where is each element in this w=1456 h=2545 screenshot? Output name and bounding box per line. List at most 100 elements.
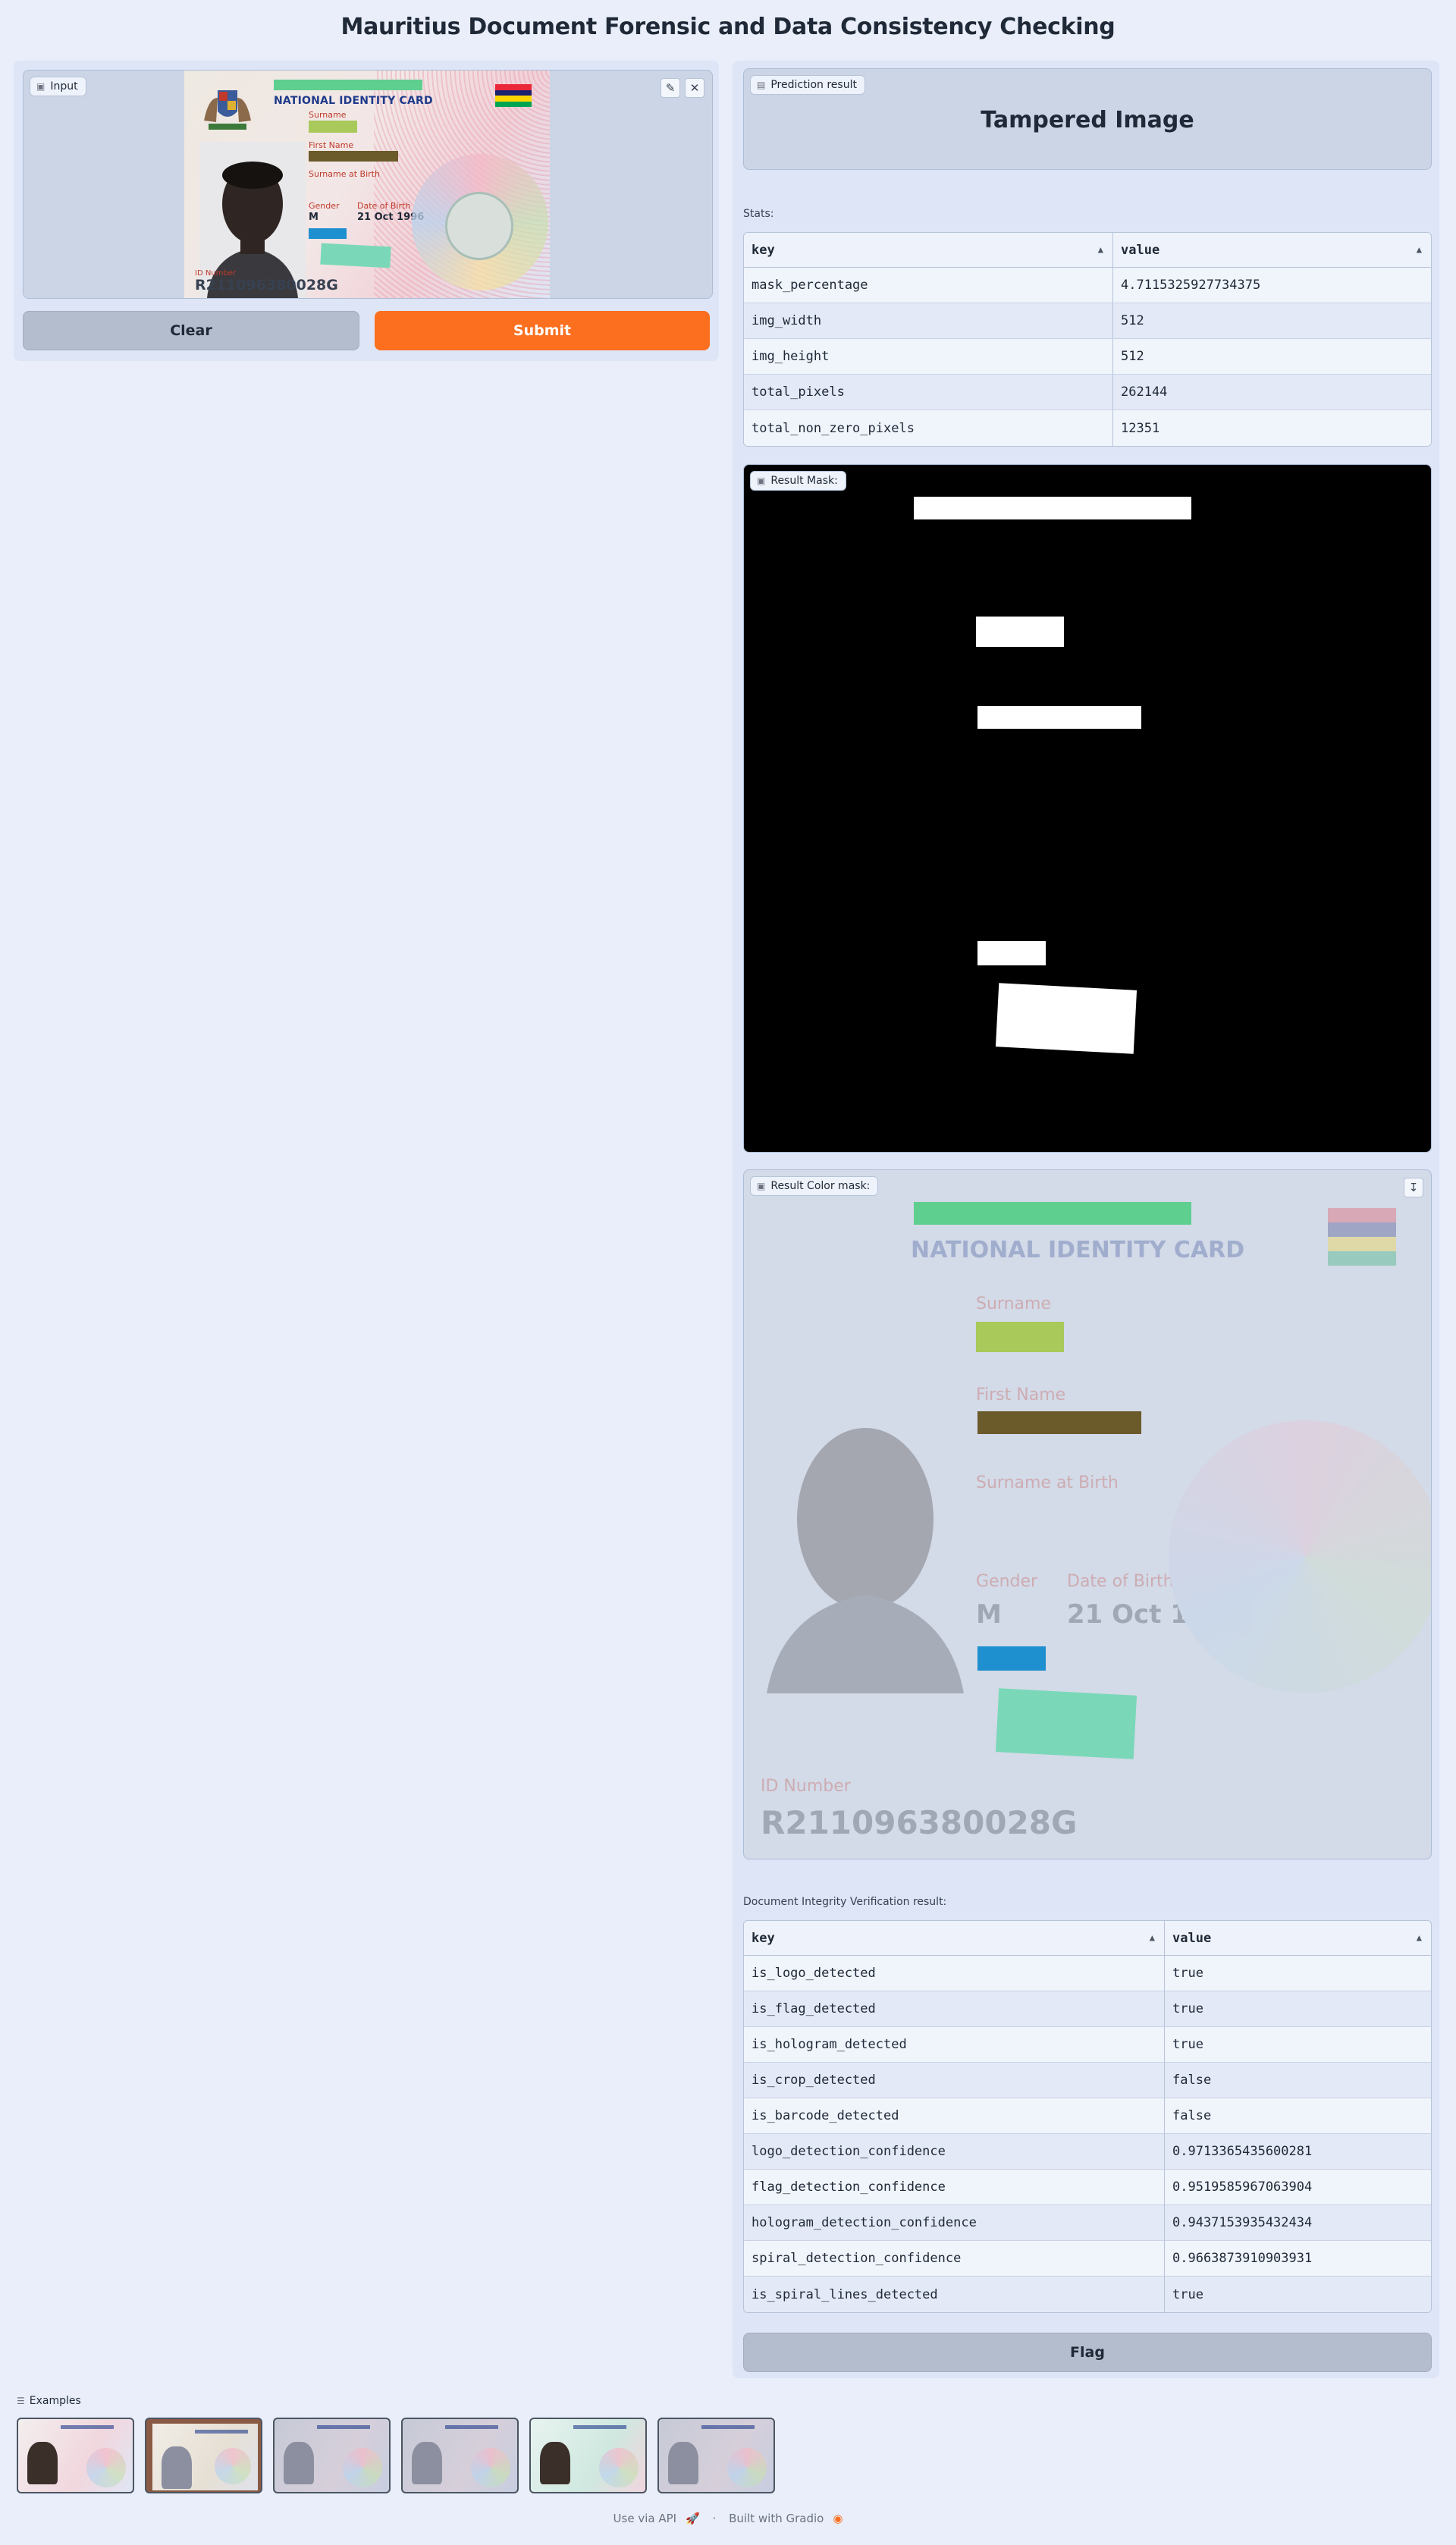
faded-dob-label: Date of Birth (1067, 1572, 1174, 1591)
prediction-label-text: Prediction result (770, 79, 857, 91)
table-cell[interactable]: total_pixels (744, 375, 1112, 410)
example-thumbnail[interactable] (401, 2418, 519, 2493)
integrity-header-key[interactable]: key ▲ (744, 1921, 1164, 1956)
thumb-hologram (599, 2448, 639, 2487)
color-mask-region-blue (977, 1646, 1046, 1671)
example-thumbnail[interactable] (529, 2418, 647, 2493)
table-cell[interactable]: 512 (1112, 303, 1431, 339)
table-cell[interactable]: 0.9663873910903931 (1164, 2241, 1431, 2277)
flag-button[interactable]: Flag (743, 2333, 1432, 2372)
gradio-logo-icon: ◉ (833, 2512, 843, 2525)
table-cell[interactable]: logo_detection_confidence (744, 2134, 1164, 2170)
table-cell[interactable]: total_non_zero_pixels (744, 410, 1112, 446)
table-cell[interactable]: is_barcode_detected (744, 2098, 1164, 2134)
integrity-header-value[interactable]: value ▲ (1164, 1921, 1431, 1956)
input-label-text: Input (50, 80, 78, 93)
input-panel: ▣ Input ✎ ✕ NATIONAL IDENTITY CARD Surna… (14, 61, 719, 361)
mask-region (977, 706, 1141, 729)
example-thumbnail[interactable] (145, 2418, 262, 2493)
table-cell[interactable]: true (1164, 2027, 1431, 2063)
table-cell[interactable]: 12351 (1112, 410, 1431, 446)
example-thumbnail[interactable] (17, 2418, 134, 2493)
faded-portrait (767, 1428, 964, 1693)
input-image-block[interactable]: ▣ Input ✎ ✕ NATIONAL IDENTITY CARD Surna… (23, 70, 713, 299)
example-thumbnail[interactable] (273, 2418, 391, 2493)
surname-label: Surname (309, 110, 347, 120)
table-row: is_logo_detected true (744, 1956, 1431, 1991)
thumb-title-bar (195, 2430, 248, 2434)
pencil-icon[interactable]: ✎ (661, 78, 680, 98)
table-row: is_flag_detected true (744, 1991, 1431, 2027)
table-cell[interactable]: 0.9713365435600281 (1164, 2134, 1431, 2170)
table-row: spiral_detection_confidence 0.96638739109… (744, 2241, 1431, 2277)
integrity-header-value-text: value (1172, 1930, 1212, 1946)
image-icon: ▣ (36, 81, 46, 92)
table-row: flag_detection_confidence 0.9519585967063… (744, 2170, 1431, 2205)
footer: Use via API 🚀 · Built with Gradio ◉ (0, 2512, 1456, 2525)
table-row: total_non_zero_pixels 12351 (744, 410, 1431, 446)
thumb-hologram (215, 2448, 251, 2484)
faded-surname-birth-label: Surname at Birth (976, 1473, 1119, 1492)
stats-header-key[interactable]: key ▲ (744, 233, 1112, 268)
thumb-hologram (343, 2448, 382, 2487)
table-cell[interactable]: is_crop_detected (744, 2063, 1164, 2098)
color-mask-region-brown (977, 1411, 1141, 1434)
download-icon[interactable]: ↧ (1404, 1178, 1423, 1197)
tamper-patch-teal (320, 243, 391, 268)
table-cell[interactable]: true (1164, 1956, 1431, 1991)
thumb-portrait (412, 2442, 442, 2484)
sort-icon[interactable]: ▲ (1098, 244, 1103, 255)
clear-button[interactable]: Clear (23, 311, 359, 350)
sort-icon[interactable]: ▲ (1417, 1932, 1422, 1943)
examples-label-text: Examples (29, 2395, 81, 2407)
thumb-portrait (284, 2442, 314, 2484)
table-cell[interactable]: is_flag_detected (744, 1991, 1164, 2027)
thumb-title-bar (445, 2425, 498, 2429)
table-cell[interactable]: spiral_detection_confidence (744, 2241, 1164, 2277)
table-row: is_crop_detected false (744, 2063, 1431, 2098)
stats-header-key-text: key (752, 242, 775, 258)
table-cell[interactable]: mask_percentage (744, 268, 1112, 303)
table-cell[interactable]: true (1164, 2277, 1431, 2312)
table-cell[interactable]: is_logo_detected (744, 1956, 1164, 1991)
hologram-portrait (445, 192, 513, 260)
thumb-portrait (27, 2442, 58, 2484)
table-cell[interactable]: img_width (744, 303, 1112, 339)
faded-gender-label: Gender (976, 1572, 1038, 1591)
table-cell[interactable]: 512 (1112, 339, 1431, 375)
table-cell[interactable]: is_hologram_detected (744, 2027, 1164, 2063)
thumb-portrait (162, 2446, 192, 2489)
faded-hologram (1169, 1420, 1431, 1693)
table-cell[interactable]: 0.9437153935432434 (1164, 2205, 1431, 2241)
faded-first-name-label: First Name (976, 1385, 1066, 1404)
table-cell[interactable]: 0.9519585967063904 (1164, 2170, 1431, 2205)
table-cell[interactable]: true (1164, 1991, 1431, 2027)
result-mask-label: ▣ Result Mask: (750, 471, 846, 491)
mask-region (914, 497, 1191, 519)
mask-region (977, 941, 1046, 965)
rocket-icon: 🚀 (686, 2512, 700, 2525)
table-cell[interactable]: 262144 (1112, 375, 1431, 410)
id-number-value: R211096380028G (195, 277, 338, 293)
image-icon: ▣ (757, 475, 766, 486)
sort-icon[interactable]: ▲ (1150, 1932, 1155, 1943)
table-cell[interactable]: hologram_detection_confidence (744, 2205, 1164, 2241)
sort-icon[interactable]: ▲ (1417, 244, 1422, 255)
built-with-gradio-link[interactable]: Built with Gradio (729, 2512, 824, 2525)
stats-header-value[interactable]: value ▲ (1112, 233, 1431, 268)
table-cell[interactable]: is_spiral_lines_detected (744, 2277, 1164, 2312)
table-cell[interactable]: false (1164, 2098, 1431, 2134)
table-cell[interactable]: 4.7115325927734375 (1112, 268, 1431, 303)
table-cell[interactable]: false (1164, 2063, 1431, 2098)
submit-button[interactable]: Submit (375, 311, 710, 350)
output-panel: ▤ Prediction result Tampered Image Stats… (733, 61, 1439, 2378)
table-cell[interactable]: flag_detection_confidence (744, 2170, 1164, 2205)
gender-value: M (309, 212, 318, 223)
prediction-block: ▤ Prediction result Tampered Image (743, 68, 1432, 170)
mask-region (995, 983, 1138, 1054)
table-cell[interactable]: img_height (744, 339, 1112, 375)
example-thumbnail[interactable] (657, 2418, 775, 2493)
dob-label: Date of Birth (357, 201, 411, 211)
use-via-api-link[interactable]: Use via API (613, 2512, 677, 2525)
close-icon[interactable]: ✕ (685, 78, 704, 98)
